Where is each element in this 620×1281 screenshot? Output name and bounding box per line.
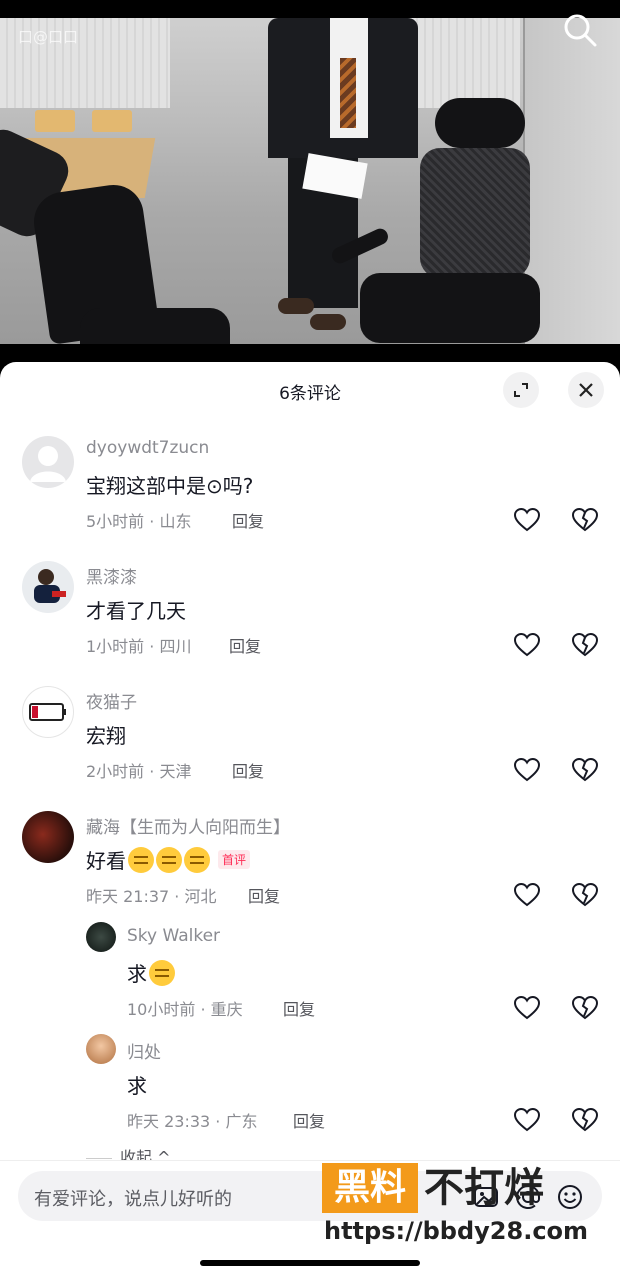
close-button[interactable]	[568, 372, 604, 408]
reply-button[interactable]: 回复	[232, 758, 264, 782]
reply-button[interactable]: 回复	[229, 633, 261, 657]
office-chair-right	[329, 98, 540, 344]
watermark-brand-box: 黑料	[322, 1163, 418, 1213]
avatar[interactable]	[22, 561, 74, 613]
reply-button[interactable]: 回复	[293, 1108, 325, 1132]
expand-icon	[514, 383, 528, 397]
video-player[interactable]: 口@口口	[0, 0, 620, 362]
broken-heart-icon[interactable]	[572, 758, 598, 782]
comment-text: 宝翔这部中是⊙吗?	[86, 474, 254, 498]
site-watermark: 黑料 不打烊	[322, 1161, 592, 1221]
video-watermark: 口@口口	[18, 28, 79, 46]
expand-button[interactable]	[503, 372, 539, 408]
comment-sheet: 6条评论 dyoywdt7zucn 宝翔这部中是⊙吗? 5小时前 · 山东 回复	[0, 362, 620, 1280]
reply-meta: 昨天 23:33 · 广东	[127, 1112, 258, 1131]
reply-text: 求	[127, 1074, 147, 1098]
divider	[86, 1158, 112, 1159]
crying-emoji-icon	[149, 959, 175, 986]
user-photo-icon	[34, 569, 66, 603]
smirk-emoji-icon	[128, 846, 154, 873]
chair-back	[35, 110, 75, 132]
comment-text: 好看 首评	[86, 845, 251, 874]
broken-heart-icon[interactable]	[572, 996, 598, 1020]
avatar[interactable]	[22, 811, 74, 863]
close-icon	[579, 383, 593, 397]
comment-username[interactable]: 夜猫子	[86, 688, 137, 713]
heart-icon[interactable]	[514, 996, 540, 1020]
comment-meta: 5小时前 · 山东	[86, 512, 192, 531]
reply-button[interactable]: 回复	[232, 508, 264, 532]
reply-text-content: 求	[127, 962, 147, 986]
smirk-emoji-icon	[184, 846, 210, 873]
broken-heart-icon[interactable]	[572, 883, 598, 907]
battery-low-icon	[29, 703, 66, 721]
search-icon	[564, 14, 597, 47]
reply-meta: 10小时前 · 重庆	[127, 1000, 243, 1019]
avatar[interactable]	[86, 1034, 116, 1064]
comment-username[interactable]: 藏海【生而为人向阳而生】	[86, 813, 290, 838]
home-indicator[interactable]	[200, 1260, 420, 1266]
comment-input-placeholder: 有爱评论，说点儿好听的	[34, 1189, 232, 1210]
comment-username[interactable]: dyoywdt7zucn	[86, 438, 209, 458]
reply-text: 求	[127, 958, 175, 987]
search-button[interactable]	[560, 10, 600, 50]
avatar[interactable]	[22, 686, 74, 738]
reply-username[interactable]: Sky Walker	[127, 926, 220, 946]
watermark-brand-text: 不打烊	[424, 1165, 544, 1211]
office-chair-left	[30, 181, 230, 344]
default-avatar-icon	[30, 446, 66, 482]
comment-text-content: 好看	[86, 849, 126, 873]
comment-text: 宏翔	[86, 724, 126, 748]
heart-icon[interactable]	[514, 1108, 540, 1132]
heart-icon[interactable]	[514, 883, 540, 907]
smirk-emoji-icon	[156, 846, 182, 873]
heart-icon[interactable]	[514, 508, 540, 532]
watermark-url: https://bbdy28.com	[324, 1217, 589, 1245]
comment-meta: 1小时前 · 四川	[86, 637, 192, 656]
heart-icon[interactable]	[514, 633, 540, 657]
broken-heart-icon[interactable]	[572, 508, 598, 532]
window-blinds	[410, 18, 520, 108]
comment-username[interactable]: 黑漆漆	[86, 563, 137, 588]
comment-text: 才看了几天	[86, 599, 186, 623]
avatar[interactable]	[22, 436, 74, 488]
broken-heart-icon[interactable]	[572, 1108, 598, 1132]
reply-username[interactable]: 归处	[127, 1038, 161, 1063]
video-frame	[0, 18, 620, 344]
first-comment-badge: 首评	[218, 850, 251, 869]
comment-meta: 2小时前 · 天津	[86, 762, 192, 781]
chair-back	[92, 110, 132, 132]
heart-icon[interactable]	[514, 758, 540, 782]
broken-heart-icon[interactable]	[572, 633, 598, 657]
reply-button[interactable]: 回复	[283, 996, 315, 1020]
reply-button[interactable]: 回复	[248, 883, 280, 907]
avatar[interactable]	[86, 922, 116, 952]
comment-meta: 昨天 21:37 · 河北	[86, 887, 217, 906]
